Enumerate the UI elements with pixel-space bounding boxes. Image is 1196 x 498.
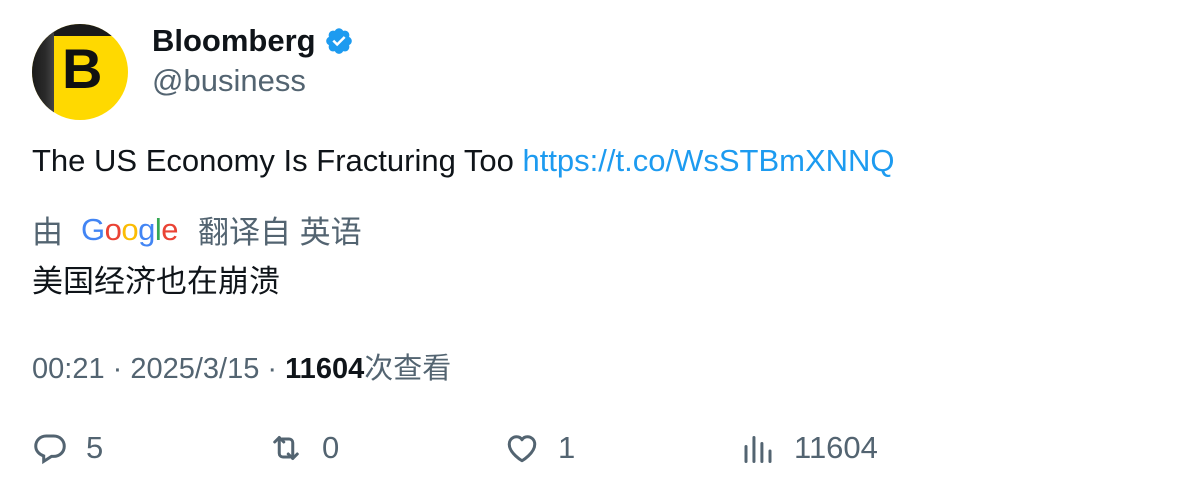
like-button[interactable]: 1	[504, 430, 575, 466]
google-logo: Google	[81, 211, 179, 247]
avatar-shade	[32, 24, 54, 120]
reply-count: 5	[86, 430, 104, 465]
analytics-icon	[744, 436, 772, 463]
tweet-time[interactable]: 00:21	[32, 353, 105, 385]
tweet-text: The US Economy Is Fracturing Too https:/…	[32, 143, 895, 179]
translation-attribution[interactable]: 由 Google 翻译自 英语	[32, 207, 362, 252]
meta-separator: ·	[104, 353, 131, 385]
tweet-link[interactable]: https://t.co/WsSTBmXNNQ	[522, 143, 894, 178]
retweet-button[interactable]: 0	[268, 430, 339, 466]
tweet-body: The US Economy Is Fracturing Too	[32, 143, 523, 178]
tweet-date[interactable]: 2025/3/15	[130, 353, 259, 385]
translation-prefix: 由	[32, 215, 63, 250]
reply-icon	[34, 434, 66, 465]
meta-separator: ·	[259, 353, 286, 385]
heart-icon	[507, 435, 537, 463]
tweet-meta: 00:21 · 2025/3/15 · 11604次查看	[32, 345, 451, 387]
views-count-action: 11604	[794, 430, 878, 465]
verified-badge-icon[interactable]	[324, 26, 354, 56]
views-label: 次查看	[364, 353, 452, 385]
views-button[interactable]: 11604	[740, 430, 878, 466]
retweet-icon	[273, 436, 299, 460]
translation-label: 翻译自 英语	[198, 215, 362, 250]
retweet-count: 0	[322, 430, 340, 465]
avatar-letter: B	[62, 37, 103, 100]
translated-text: 美国经济也在崩溃	[32, 264, 280, 299]
handle[interactable]: @business	[152, 63, 306, 99]
views-count: 11604	[285, 353, 365, 385]
display-name[interactable]: Bloomberg	[152, 23, 316, 59]
name-row: Bloomberg	[152, 23, 354, 59]
like-count: 1	[558, 430, 576, 465]
reply-button[interactable]: 5	[32, 430, 103, 466]
avatar[interactable]: B	[32, 24, 128, 120]
